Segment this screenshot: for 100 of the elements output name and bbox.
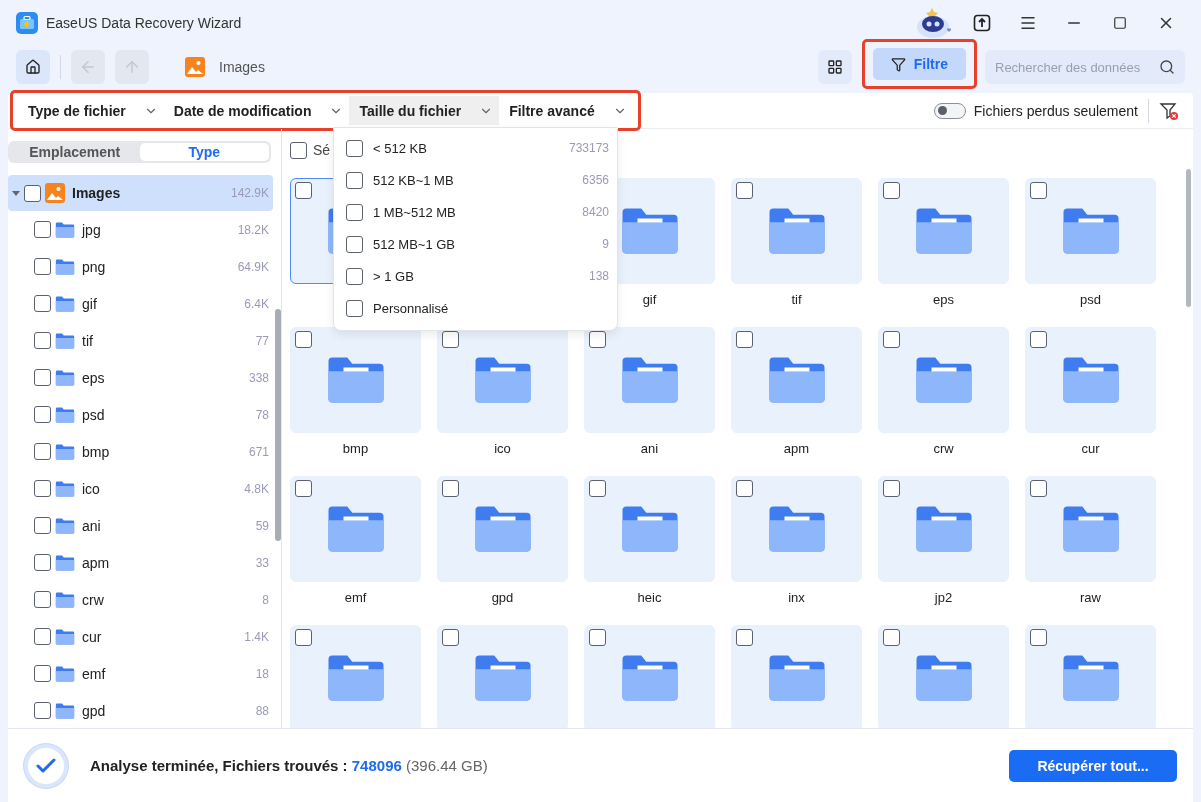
file-tile[interactable]	[731, 625, 862, 728]
file-tile[interactable]	[584, 476, 715, 582]
checkbox[interactable]	[346, 171, 363, 189]
checkbox[interactable]	[1030, 480, 1047, 497]
file-tile[interactable]	[1025, 476, 1156, 582]
checkbox[interactable]	[346, 235, 363, 253]
checkbox[interactable]	[589, 331, 606, 348]
filter-dropdown[interactable]: Taille du fichier	[349, 96, 500, 125]
checkbox[interactable]	[736, 331, 753, 348]
file-tile[interactable]	[1025, 327, 1156, 433]
tree-item[interactable]: psd 78	[8, 396, 273, 433]
checkbox[interactable]	[883, 182, 900, 199]
file-tile[interactable]	[437, 625, 568, 728]
tree-item[interactable]: bmp 671	[8, 433, 273, 470]
checkbox[interactable]	[34, 480, 51, 497]
checkbox[interactable]	[34, 665, 51, 682]
tree-item[interactable]: png 64.9K	[8, 248, 273, 285]
checkbox[interactable]	[589, 629, 606, 646]
tree-item[interactable]: Images 142.9K	[8, 175, 273, 211]
menu-item[interactable]: 1 MB~512 MB 8420	[346, 196, 609, 228]
checkbox[interactable]	[295, 629, 312, 646]
tree-item[interactable]: gpd 88	[8, 692, 273, 728]
scrollbar-thumb[interactable]	[275, 309, 281, 541]
checkbox[interactable]	[442, 331, 459, 348]
checkbox[interactable]	[34, 369, 51, 386]
tree-item[interactable]: cur 1.4K	[8, 618, 273, 655]
checkbox[interactable]	[295, 480, 312, 497]
menu-item[interactable]: > 1 GB 138	[346, 260, 609, 292]
filter-dropdown[interactable]: Type de fichier	[18, 96, 164, 125]
toggle-switch[interactable]	[933, 102, 966, 119]
recover-button[interactable]: Récupérer tout...	[1009, 749, 1177, 782]
file-tile[interactable]	[731, 178, 862, 284]
file-tile[interactable]	[290, 327, 421, 433]
checkbox[interactable]	[346, 139, 363, 157]
file-tile[interactable]	[731, 476, 862, 582]
sidebar-tab[interactable]: Emplacement	[10, 143, 140, 161]
menu-item[interactable]: 512 MB~1 GB 9	[346, 228, 609, 260]
checkbox[interactable]	[589, 480, 606, 497]
checkbox[interactable]	[442, 629, 459, 646]
search-field[interactable]: Rechercher des données	[985, 50, 1185, 84]
checkbox[interactable]	[736, 182, 753, 199]
tree-item[interactable]: gif 6.4K	[8, 285, 273, 322]
checkbox[interactable]	[34, 295, 51, 312]
file-tile[interactable]	[878, 178, 1009, 284]
clear-filter-icon[interactable]	[1159, 100, 1179, 121]
menu-item[interactable]: < 512 KB 733173	[346, 132, 609, 164]
checkbox[interactable]	[34, 221, 51, 238]
checkbox[interactable]	[736, 480, 753, 497]
filter-dropdown[interactable]: Filtre avancé	[499, 96, 633, 125]
checkbox[interactable]	[34, 517, 51, 534]
checkbox[interactable]	[295, 331, 312, 348]
tree-item[interactable]: crw 8	[8, 581, 273, 618]
checkbox[interactable]	[346, 299, 363, 317]
file-tile[interactable]	[878, 625, 1009, 728]
checkbox[interactable]	[34, 406, 51, 423]
checkbox[interactable]	[34, 591, 51, 608]
tree-item[interactable]: tif 77	[8, 322, 273, 359]
file-tile[interactable]	[290, 476, 421, 582]
checkbox[interactable]	[34, 443, 51, 460]
checkbox[interactable]	[34, 332, 51, 349]
checkbox[interactable]	[883, 331, 900, 348]
checkbox[interactable]	[883, 629, 900, 646]
search-icon[interactable]	[1159, 59, 1175, 75]
file-tile[interactable]	[878, 476, 1009, 582]
checkbox[interactable]	[442, 480, 459, 497]
checkbox[interactable]	[883, 480, 900, 497]
breadcrumb[interactable]: Images	[219, 59, 265, 75]
menu-item[interactable]: 512 KB~1 MB 6356	[346, 164, 609, 196]
tree-item[interactable]: emf 18	[8, 655, 273, 692]
checkbox[interactable]	[295, 182, 312, 199]
checkbox[interactable]	[34, 258, 51, 275]
checkbox[interactable]	[736, 629, 753, 646]
file-tile[interactable]	[731, 327, 862, 433]
tree-item[interactable]: eps 338	[8, 359, 273, 396]
tree-item[interactable]: apm 33	[8, 544, 273, 581]
checkbox[interactable]	[34, 554, 51, 571]
file-tile[interactable]	[1025, 178, 1156, 284]
menu-item[interactable]: Personnalisé	[346, 292, 609, 324]
file-tile[interactable]	[1025, 625, 1156, 728]
checkbox[interactable]	[1030, 182, 1047, 199]
file-tile[interactable]	[878, 327, 1009, 433]
scrollbar-thumb[interactable]	[1186, 169, 1191, 307]
file-tile[interactable]	[290, 625, 421, 728]
checkbox[interactable]	[290, 141, 307, 159]
checkbox[interactable]	[24, 184, 41, 202]
checkbox[interactable]	[1030, 629, 1047, 646]
sidebar-tab[interactable]: Type	[139, 143, 269, 161]
file-tile[interactable]	[584, 327, 715, 433]
tree-item[interactable]: ani 59	[8, 507, 273, 544]
checkbox[interactable]	[34, 628, 51, 645]
home-button[interactable]	[16, 50, 50, 84]
tree-item[interactable]: jpg 18.2K	[8, 211, 273, 248]
checkbox[interactable]	[346, 203, 363, 221]
checkbox[interactable]	[346, 267, 363, 285]
grid-view-button[interactable]	[817, 50, 852, 84]
checkbox[interactable]	[34, 702, 51, 719]
file-tile[interactable]	[584, 625, 715, 728]
caret-icon[interactable]	[12, 189, 20, 197]
file-tile[interactable]	[437, 476, 568, 582]
tree-item[interactable]: ico 4.8K	[8, 470, 273, 507]
